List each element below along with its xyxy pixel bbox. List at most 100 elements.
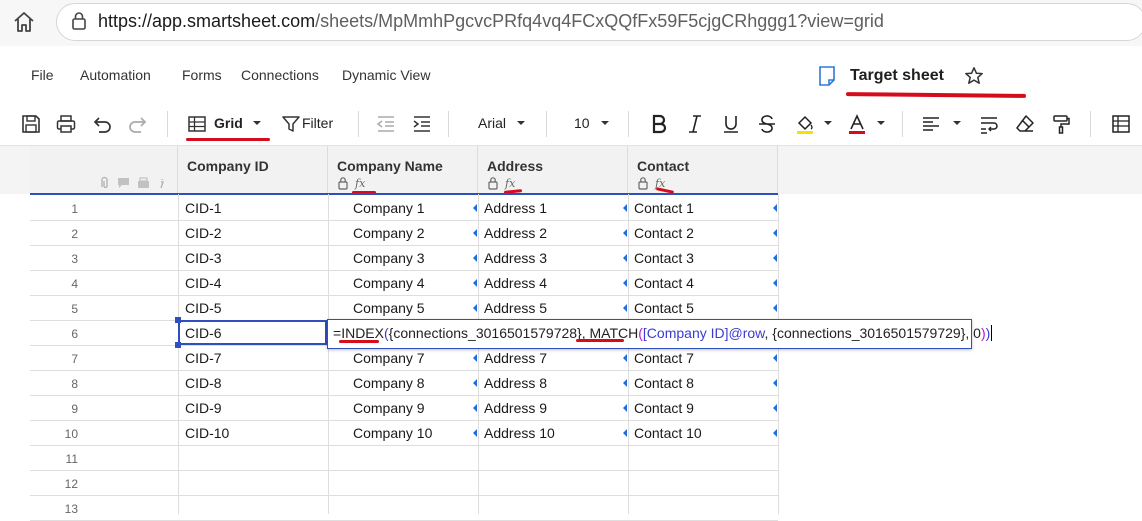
selection-handle[interactable]: [175, 317, 181, 323]
cell-address[interactable]: Address 5: [484, 300, 547, 316]
menu-connections[interactable]: Connections: [241, 67, 319, 83]
cell-contact[interactable]: Contact 8: [634, 375, 694, 391]
row-number[interactable]: 8: [30, 377, 78, 391]
filter-button[interactable]: Filter: [302, 115, 333, 131]
undo-icon[interactable]: [91, 113, 113, 135]
grid-view-icon[interactable]: [186, 113, 208, 135]
underline-icon[interactable]: [720, 113, 742, 135]
cell-company-id[interactable]: CID-8: [185, 375, 222, 391]
chevron-down-icon[interactable]: [823, 119, 833, 127]
cell-company-name[interactable]: Company 10: [353, 425, 432, 441]
font-size-select[interactable]: 10: [574, 115, 590, 131]
cell-company-id[interactable]: CID-4: [185, 275, 222, 291]
menu-dynamic-view[interactable]: Dynamic View: [342, 67, 430, 83]
strikethrough-icon[interactable]: [756, 113, 778, 135]
menu-file[interactable]: File: [31, 67, 54, 83]
font-family-select[interactable]: Arial: [478, 115, 506, 131]
row-number[interactable]: 4: [30, 277, 78, 291]
cell-company-id[interactable]: CID-1: [185, 200, 222, 216]
cell-company-name[interactable]: Company 8: [353, 375, 425, 391]
site-info-icon[interactable]: [68, 10, 90, 32]
cell-link-marker: [473, 304, 477, 312]
chevron-down-icon[interactable]: [876, 119, 886, 127]
chevron-down-icon[interactable]: [952, 119, 962, 127]
cell-company-name[interactable]: Company 2: [353, 225, 425, 241]
fill-color-icon[interactable]: [794, 113, 816, 135]
bold-icon[interactable]: [648, 113, 670, 135]
redo-icon[interactable]: [127, 113, 149, 135]
cell-contact[interactable]: Contact 1: [634, 200, 694, 216]
row-number[interactable]: 2: [30, 227, 78, 241]
cell-company-id[interactable]: CID-7: [185, 350, 222, 366]
cell-company-name[interactable]: Company 1: [353, 200, 425, 216]
row-number[interactable]: 12: [30, 477, 78, 491]
sheet-title[interactable]: Target sheet: [850, 67, 944, 85]
formula-paren: ): [985, 325, 991, 341]
clear-format-icon[interactable]: [1014, 113, 1036, 135]
menu-forms[interactable]: Forms: [182, 67, 222, 83]
cell-link-marker: [773, 429, 777, 437]
print-icon[interactable]: [55, 113, 77, 135]
row-number[interactable]: 7: [30, 352, 78, 366]
cell-link-marker: [623, 204, 627, 212]
menu-automation[interactable]: Automation: [80, 67, 151, 83]
cell-address[interactable]: Address 8: [484, 375, 547, 391]
row-number[interactable]: 1: [30, 202, 78, 216]
cell-contact[interactable]: Contact 10: [634, 425, 702, 441]
cell-address[interactable]: Address 2: [484, 225, 547, 241]
indent-icon[interactable]: [411, 113, 433, 135]
grid-panel-icon[interactable]: [1110, 113, 1132, 135]
chevron-down-icon[interactable]: [600, 119, 610, 127]
cell-address[interactable]: Address 3: [484, 250, 547, 266]
row-number[interactable]: 10: [30, 427, 78, 441]
text-color-icon[interactable]: [846, 113, 868, 135]
row-number[interactable]: 6: [30, 327, 78, 341]
chevron-down-icon[interactable]: [252, 119, 262, 127]
formula-text[interactable]: =INDEX({connections_3016501579728}, MATC…: [333, 325, 993, 341]
chevron-down-icon[interactable]: [516, 119, 526, 127]
cell-company-name[interactable]: Company 9: [353, 400, 425, 416]
cell-contact[interactable]: Contact 9: [634, 400, 694, 416]
cell-company-name[interactable]: Company 5: [353, 300, 425, 316]
cell-contact[interactable]: Contact 7: [634, 350, 694, 366]
cell-contact[interactable]: Contact 2: [634, 225, 694, 241]
row-number[interactable]: 11: [30, 452, 78, 466]
column-label-contact: Contact: [637, 158, 690, 174]
cell-contact[interactable]: Contact 5: [634, 300, 694, 316]
row-number[interactable]: 3: [30, 252, 78, 266]
cell-address[interactable]: Address 1: [484, 200, 547, 216]
cell-address[interactable]: Address 7: [484, 350, 547, 366]
cell-company-id[interactable]: CID-2: [185, 225, 222, 241]
cell-company-id[interactable]: CID-5: [185, 300, 222, 316]
cell-address[interactable]: Address 4: [484, 275, 547, 291]
cell-address[interactable]: Address 9: [484, 400, 547, 416]
cell-company-name[interactable]: Company 7: [353, 350, 425, 366]
save-icon[interactable]: [20, 113, 42, 135]
wrap-text-icon[interactable]: [978, 113, 1000, 135]
row-divider: [30, 295, 778, 296]
row-number[interactable]: 5: [30, 302, 78, 316]
column-divider: [478, 194, 479, 514]
home-icon[interactable]: [12, 10, 36, 34]
cell-company-id[interactable]: CID-9: [185, 400, 222, 416]
row-number[interactable]: 13: [30, 502, 78, 516]
cell-contact[interactable]: Contact 3: [634, 250, 694, 266]
filter-icon[interactable]: [280, 113, 302, 135]
favorite-star-icon[interactable]: [964, 66, 984, 86]
cell-contact[interactable]: Contact 4: [634, 275, 694, 291]
toolbar-separator: [902, 111, 903, 137]
cell-address[interactable]: Address 10: [484, 425, 555, 441]
format-painter-icon[interactable]: [1050, 113, 1072, 135]
view-selector[interactable]: Grid: [214, 115, 243, 131]
cell-company-id[interactable]: CID-3: [185, 250, 222, 266]
selected-cell[interactable]: [178, 320, 327, 345]
cell-company-name[interactable]: Company 4: [353, 275, 425, 291]
column-label-address: Address: [487, 158, 544, 174]
align-left-icon[interactable]: [920, 113, 942, 135]
row-number[interactable]: 9: [30, 402, 78, 416]
cell-company-id[interactable]: CID-10: [185, 425, 229, 441]
selection-handle[interactable]: [175, 342, 181, 348]
cell-company-name[interactable]: Company 3: [353, 250, 425, 266]
outdent-icon[interactable]: [375, 113, 397, 135]
italic-icon[interactable]: [684, 113, 706, 135]
